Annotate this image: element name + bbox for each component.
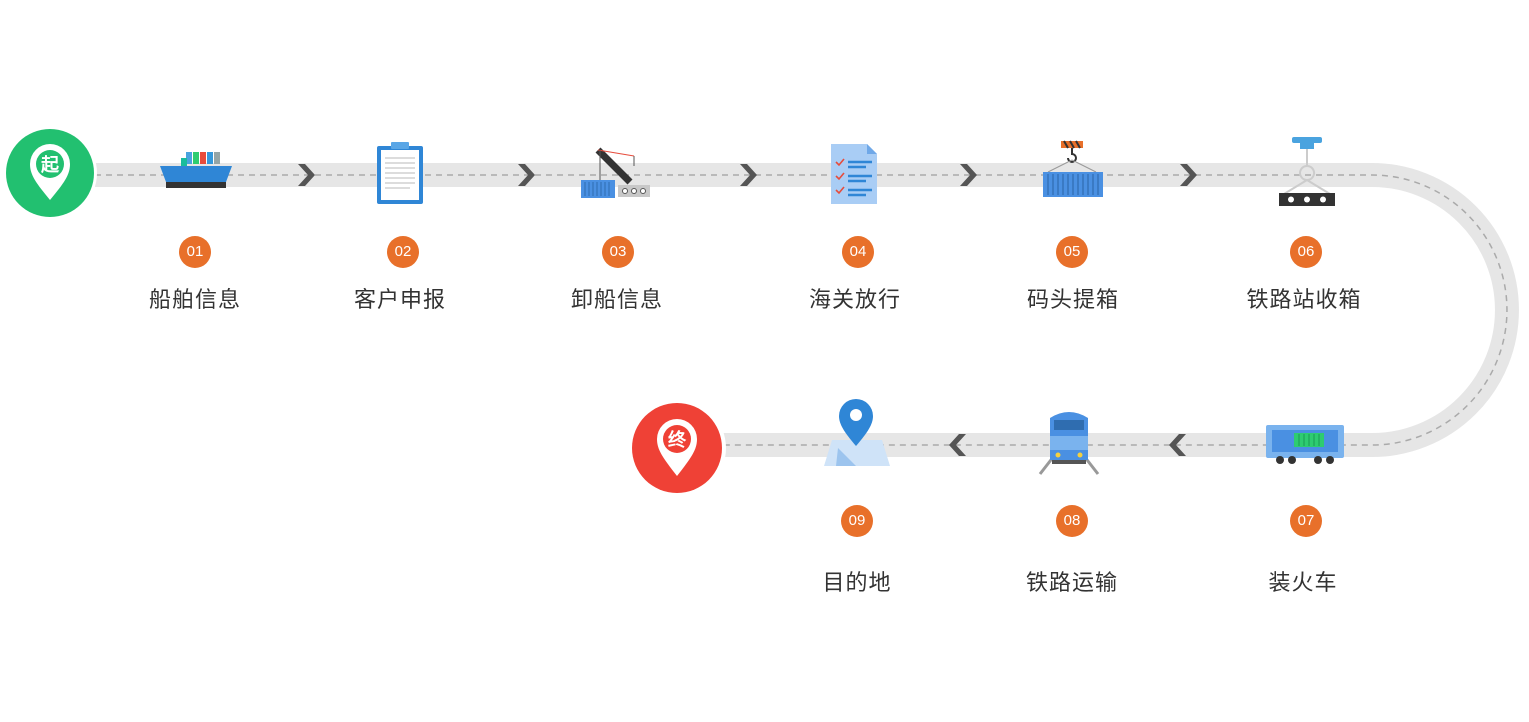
clipboard-icon <box>377 142 423 204</box>
freight-car-icon <box>1266 425 1344 464</box>
step-number-badge: 09 <box>841 505 873 537</box>
step-number-badge: 07 <box>1290 505 1322 537</box>
step-label: 海关放行 <box>808 288 901 313</box>
step-number-badge: 08 <box>1056 505 1088 537</box>
step-label: 装火车 <box>1268 571 1338 596</box>
step-number-badge: 01 <box>179 236 211 268</box>
step-label: 目的地 <box>822 571 892 596</box>
step-label: 卸船信息 <box>570 288 663 313</box>
ship-icon <box>160 152 232 188</box>
map-pin-icon <box>824 399 890 466</box>
start-marker-text: 起 <box>40 154 60 176</box>
step-label: 船舶信息 <box>148 288 241 313</box>
step-label: 客户申报 <box>353 288 446 313</box>
step-label: 铁路运输 <box>1025 571 1118 596</box>
step-number-badge: 04 <box>842 236 874 268</box>
step-number-badge: 02 <box>387 236 419 268</box>
start-marker: 起 <box>3 126 97 220</box>
step-label: 铁路站收箱 <box>1246 288 1362 313</box>
step-number-badge: 06 <box>1290 236 1322 268</box>
end-marker: 终 <box>628 399 726 497</box>
step-label: 码头提箱 <box>1026 288 1119 313</box>
step-number-badge: 05 <box>1056 236 1088 268</box>
checklist-icon <box>831 144 877 204</box>
route-diagram: 起 终 <box>3 126 1519 497</box>
step-number-badge: 03 <box>602 236 634 268</box>
end-marker-text: 终 <box>668 429 687 451</box>
